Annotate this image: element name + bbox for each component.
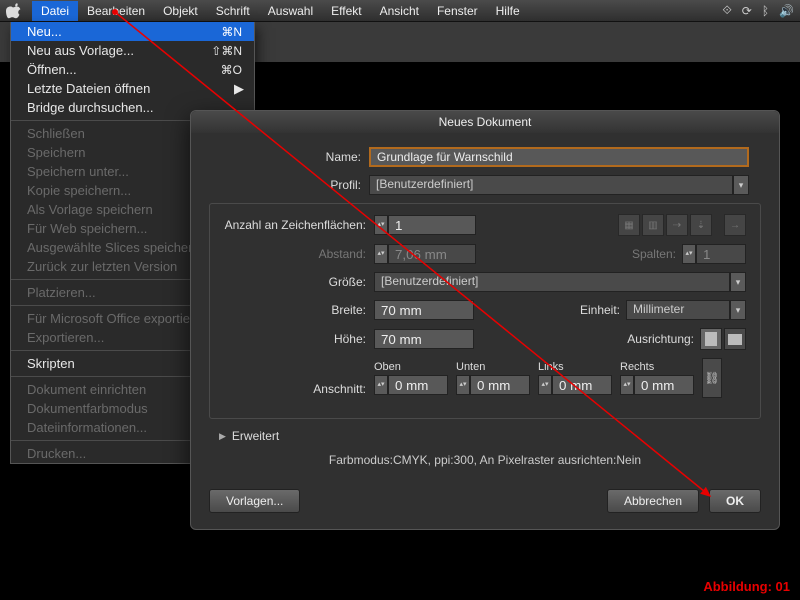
dropbox-icon[interactable]: ⟐ bbox=[722, 3, 731, 18]
menu-item-neu[interactable]: Neu...⌘N bbox=[11, 22, 254, 41]
apple-logo-icon bbox=[6, 2, 24, 20]
menu-item-oeffnen[interactable]: Öffnen...⌘O bbox=[11, 60, 254, 79]
orientation-label: Ausrichtung: bbox=[627, 332, 700, 346]
name-input[interactable] bbox=[369, 147, 749, 167]
arrange-grid-col-icon: ▥ bbox=[642, 214, 664, 236]
menubar-item-datei[interactable]: Datei bbox=[32, 1, 78, 21]
stepper-icon[interactable]: ▴▾ bbox=[456, 375, 470, 395]
menubar-item-effekt[interactable]: Effekt bbox=[322, 1, 370, 21]
dropdown-arrow-icon[interactable]: ▾ bbox=[733, 175, 749, 195]
link-bleed-button[interactable]: ⛓ bbox=[702, 358, 722, 398]
artboard-count-label: Anzahl an Zeichenflächen: bbox=[224, 218, 374, 232]
columns-label: Spalten: bbox=[632, 247, 682, 261]
menubar-item-bearbeiten[interactable]: Bearbeiten bbox=[78, 1, 154, 21]
arrange-rtl-icon: → bbox=[724, 214, 746, 236]
orientation-landscape-button[interactable] bbox=[724, 328, 746, 350]
menubar-item-schrift[interactable]: Schrift bbox=[207, 1, 259, 21]
bleed-label: Anschnitt: bbox=[224, 382, 374, 398]
templates-button[interactable]: Vorlagen... bbox=[209, 489, 300, 513]
orientation-portrait-button[interactable] bbox=[700, 328, 722, 350]
menubar-item-ansicht[interactable]: Ansicht bbox=[371, 1, 428, 21]
sync-icon[interactable]: ⟳ bbox=[742, 4, 752, 18]
stepper-icon[interactable]: ▴▾ bbox=[620, 375, 634, 395]
link-icon: ⛓ bbox=[704, 371, 719, 385]
dialog-title: Neues Dokument bbox=[191, 111, 779, 133]
new-document-dialog: Neues Dokument Name: Profil: [Benutzerde… bbox=[190, 110, 780, 530]
height-label: Höhe: bbox=[224, 332, 374, 346]
unit-label: Einheit: bbox=[580, 303, 626, 317]
landscape-page-icon bbox=[728, 334, 742, 345]
summary-text: Farbmodus:CMYK, ppi:300, An Pixelraster … bbox=[209, 453, 761, 467]
bleed-right-label: Rechts bbox=[620, 361, 694, 373]
bleed-right-input[interactable] bbox=[634, 375, 694, 395]
menu-item-letzte-dateien[interactable]: Letzte Dateien öffnen▶ bbox=[11, 79, 254, 98]
bluetooth-icon[interactable]: ᛒ bbox=[762, 4, 769, 18]
menubar-item-hilfe[interactable]: Hilfe bbox=[487, 1, 529, 21]
arrange-grid-row-icon: ▦ bbox=[618, 214, 640, 236]
spacing-input bbox=[388, 244, 476, 264]
profile-select[interactable]: [Benutzerdefiniert] bbox=[369, 175, 733, 195]
name-label: Name: bbox=[209, 150, 369, 164]
bleed-bottom-label: Unten bbox=[456, 361, 530, 373]
stepper-icon: ▴▾ bbox=[682, 244, 696, 264]
menubar: Datei Bearbeiten Objekt Schrift Auswahl … bbox=[0, 0, 800, 22]
stepper-icon[interactable]: ▴▾ bbox=[374, 375, 388, 395]
profile-label: Profil: bbox=[209, 178, 369, 192]
columns-input bbox=[696, 244, 746, 264]
bleed-top-label: Oben bbox=[374, 361, 448, 373]
system-tray: ⟐ ⟳ ᛒ 🔊 bbox=[722, 3, 794, 18]
dropdown-arrow-icon[interactable]: ▾ bbox=[730, 300, 746, 320]
height-input[interactable] bbox=[374, 329, 474, 349]
artboard-count-input[interactable] bbox=[388, 215, 476, 235]
stepper-icon[interactable]: ▴▾ bbox=[374, 215, 388, 235]
bleed-top-input[interactable] bbox=[388, 375, 448, 395]
bleed-left-label: Links bbox=[538, 361, 612, 373]
arrange-col-icon: ⇣ bbox=[690, 214, 712, 236]
stepper-icon: ▴▾ bbox=[374, 244, 388, 264]
spacing-label: Abstand: bbox=[224, 247, 374, 261]
ok-button[interactable]: OK bbox=[709, 489, 761, 513]
portrait-page-icon bbox=[705, 332, 717, 346]
width-input[interactable] bbox=[374, 300, 474, 320]
cancel-button[interactable]: Abbrechen bbox=[607, 489, 699, 513]
stepper-icon[interactable]: ▴▾ bbox=[538, 375, 552, 395]
figure-caption: Abbildung: 01 bbox=[703, 579, 790, 594]
advanced-label: Erweitert bbox=[232, 429, 279, 443]
dropdown-arrow-icon[interactable]: ▾ bbox=[730, 272, 746, 292]
disclosure-triangle-icon: ▶ bbox=[219, 431, 226, 442]
menu-item-neu-vorlage[interactable]: Neu aus Vorlage...⇧⌘N bbox=[11, 41, 254, 60]
bleed-left-input[interactable] bbox=[552, 375, 612, 395]
width-label: Breite: bbox=[224, 303, 374, 317]
volume-icon[interactable]: 🔊 bbox=[779, 4, 794, 18]
size-label: Größe: bbox=[224, 275, 374, 289]
settings-panel: Anzahl an Zeichenflächen: ▴▾ ▦ ▥ ⇢ ⇣ → A… bbox=[209, 203, 761, 419]
submenu-arrow-icon: ▶ bbox=[234, 81, 244, 97]
size-select[interactable]: [Benutzerdefiniert] bbox=[374, 272, 730, 292]
menubar-item-fenster[interactable]: Fenster bbox=[428, 1, 487, 21]
menubar-item-auswahl[interactable]: Auswahl bbox=[259, 1, 322, 21]
advanced-disclosure[interactable]: ▶ Erweitert bbox=[219, 429, 761, 443]
bleed-bottom-input[interactable] bbox=[470, 375, 530, 395]
arrange-row-icon: ⇢ bbox=[666, 214, 688, 236]
menubar-item-objekt[interactable]: Objekt bbox=[154, 1, 207, 21]
unit-select[interactable]: Millimeter bbox=[626, 300, 730, 320]
